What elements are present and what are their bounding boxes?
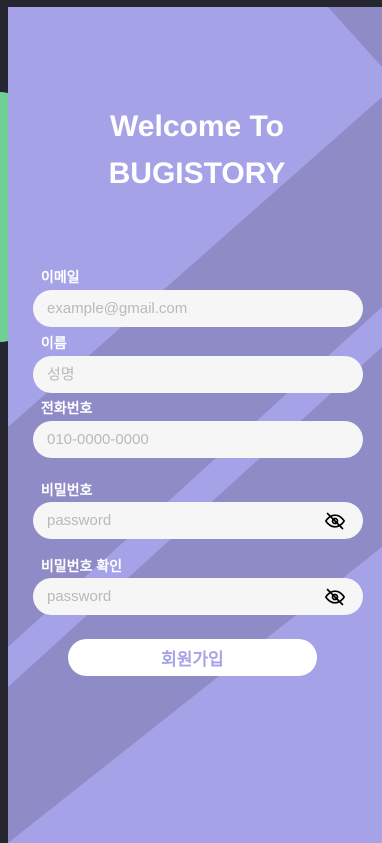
eye-off-icon[interactable] — [325, 511, 345, 531]
name-input[interactable] — [45, 365, 351, 384]
password-field[interactable] — [33, 502, 363, 539]
phone-field[interactable] — [33, 421, 363, 458]
eye-off-icon[interactable] — [325, 587, 345, 607]
phone-input[interactable] — [45, 430, 351, 449]
email-input[interactable] — [45, 299, 351, 318]
password-confirm-input[interactable] — [45, 587, 325, 606]
phone-label: 전화번호 — [41, 400, 93, 416]
page-title: Welcome To BUGISTORY — [8, 103, 382, 197]
signup-screen: Welcome To BUGISTORY 이메일 이름 전화번호 비밀번호 — [8, 7, 382, 843]
title-line-2: BUGISTORY — [108, 157, 286, 190]
email-field[interactable] — [33, 290, 363, 327]
signup-button[interactable]: 회원가입 — [68, 639, 317, 676]
password-label: 비밀번호 — [41, 482, 93, 498]
name-field[interactable] — [33, 356, 363, 393]
title-line-1: Welcome To — [110, 110, 284, 143]
password-confirm-field[interactable] — [33, 578, 363, 615]
password-input[interactable] — [45, 511, 325, 530]
password-confirm-label: 비밀번호 확인 — [41, 558, 123, 574]
email-label: 이메일 — [41, 269, 80, 285]
name-label: 이름 — [41, 335, 67, 351]
